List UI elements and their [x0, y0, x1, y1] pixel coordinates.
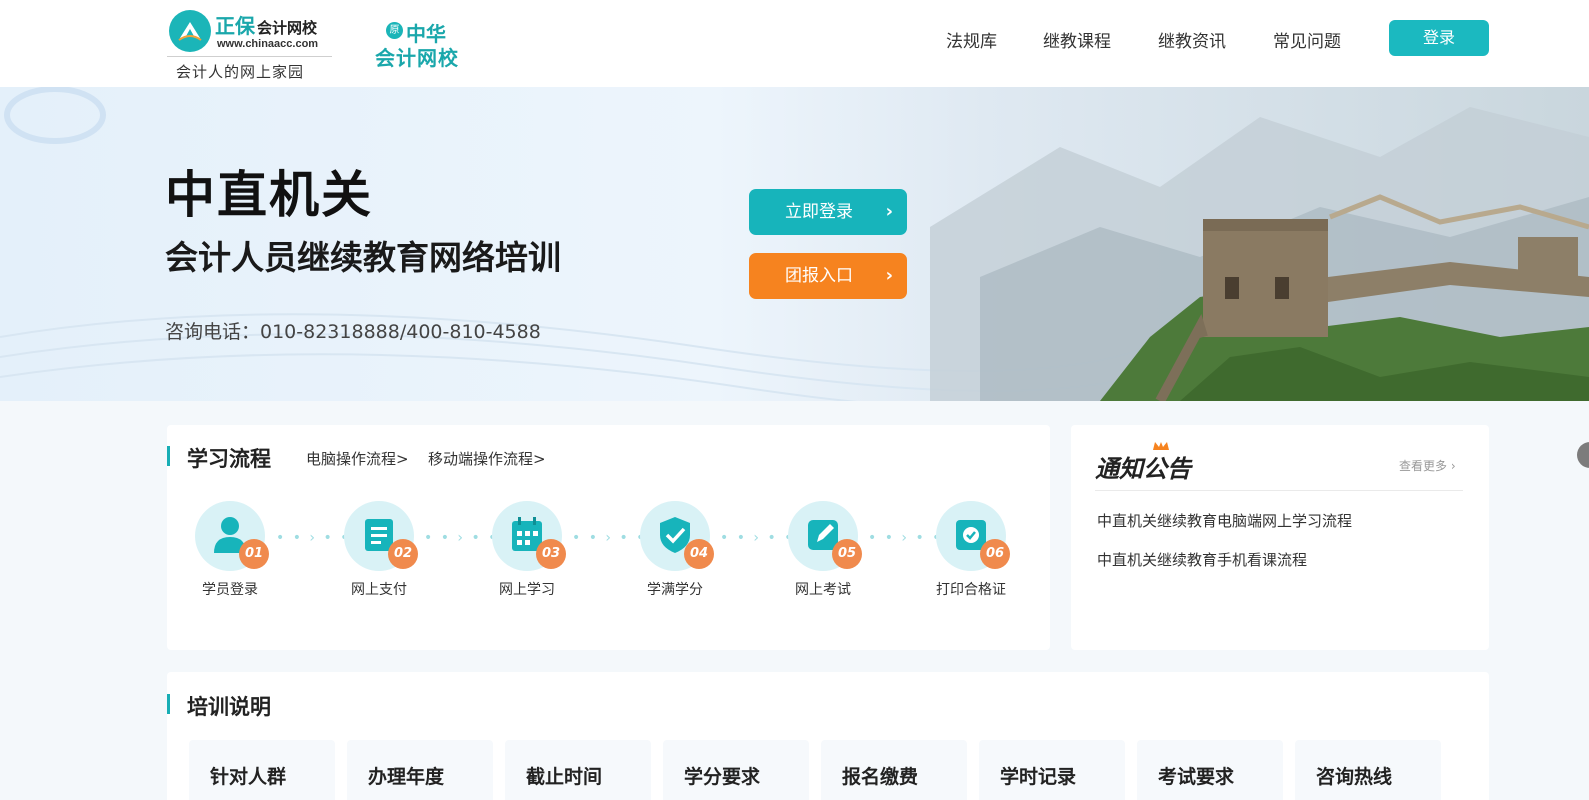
process-step[interactable]: 03 网上学习 — [470, 501, 580, 601]
banner-title: 中直机关 — [165, 166, 373, 224]
card-label: 针对人群 — [210, 766, 287, 788]
card-label: 考试要求 — [1158, 766, 1235, 788]
learning-process-panel: 学习流程 电脑操作流程> 移动端操作流程> 01 学员登录 • • › • • … — [167, 425, 1050, 650]
pc-process-link[interactable]: 电脑操作流程> — [306, 448, 409, 469]
logo-url: www.chinaacc.com — [217, 38, 319, 50]
process-step[interactable]: 01 学员登录 — [173, 501, 283, 601]
step-label: 学满学分 — [647, 582, 703, 598]
step-number: 01 — [239, 539, 269, 569]
group-entry-label: 团报入口 — [785, 266, 853, 286]
chinaacc-logo[interactable]: 正保 会计网校 www.chinaacc.com 会计人的网上家园 — [167, 8, 332, 82]
process-step[interactable]: 05 网上考试 — [766, 501, 876, 601]
card-label: 咨询热线 — [1316, 766, 1393, 788]
view-more-label: 查看更多 — [1399, 459, 1448, 473]
notice-item[interactable]: 中直机关继续教育电脑端网上学习流程 — [1097, 510, 1352, 531]
card-label: 截止时间 — [526, 766, 603, 788]
nav-item-faq[interactable]: 常见问题 — [1273, 27, 1341, 52]
training-title: 培训说明 — [187, 695, 271, 719]
training-card-registration[interactable]: 报名缴费 — [821, 740, 967, 800]
card-label: 报名缴费 — [842, 766, 919, 788]
banner-subtitle: 会计人员继续教育网络培训 — [165, 238, 561, 277]
training-card-year[interactable]: 办理年度 — [347, 740, 493, 800]
logo2-line2: 会计网校 — [375, 46, 459, 70]
process-title: 学习流程 — [187, 447, 271, 471]
training-panel: 培训说明 针对人群 办理年度 截止时间 学分要求 报名缴费 学时记录 考试要求 … — [167, 672, 1489, 800]
header-login-button[interactable]: 登录 — [1389, 20, 1489, 56]
step-number: 02 — [388, 539, 418, 569]
logo2-badge: 原 — [386, 22, 403, 39]
nav-item-news[interactable]: 继教资讯 — [1158, 27, 1226, 52]
notice-panel: 通知公告 查看更多 › 中直机关继续教育电脑端网上学习流程 中直机关继续教育手机… — [1071, 425, 1489, 650]
chevron-right-icon: › — [885, 265, 893, 286]
banner-phone: 咨询电话：010-82318888/400-810-4588 — [165, 321, 541, 343]
step-number: 04 — [684, 539, 714, 569]
login-now-button[interactable]: 立即登录 › — [749, 189, 907, 235]
logo-slogan: 会计人的网上家园 — [176, 63, 305, 81]
step-label: 网上支付 — [351, 582, 407, 598]
notice-item[interactable]: 中直机关继续教育手机看课流程 — [1097, 549, 1307, 570]
nav-item-courses[interactable]: 继教课程 — [1043, 27, 1111, 52]
mobile-process-link[interactable]: 移动端操作流程> — [428, 448, 546, 469]
group-entry-button[interactable]: 团报入口 › — [749, 253, 907, 299]
chevron-right-icon: › — [1450, 459, 1456, 473]
step-number: 05 — [832, 539, 862, 569]
process-step[interactable]: 02 网上支付 — [322, 501, 432, 601]
step-label: 网上考试 — [795, 582, 851, 598]
step-label: 打印合格证 — [936, 582, 1006, 598]
training-card-deadline[interactable]: 截止时间 — [505, 740, 651, 800]
card-label: 学分要求 — [684, 766, 761, 788]
training-card-hours[interactable]: 学时记录 — [979, 740, 1125, 800]
view-more-link[interactable]: 查看更多 › — [1399, 457, 1456, 474]
login-now-label: 立即登录 — [785, 202, 853, 222]
card-label: 学时记录 — [1000, 766, 1077, 788]
zhonghua-logo[interactable]: 原 中华 会计网校 — [375, 18, 475, 70]
logo-divider — [167, 56, 332, 57]
logo-mark-icon — [169, 10, 211, 52]
step-number: 03 — [536, 539, 566, 569]
nav-item-regulations[interactable]: 法规库 — [946, 27, 997, 52]
card-label: 办理年度 — [368, 766, 445, 788]
step-label: 网上学习 — [499, 582, 555, 598]
step-number: 06 — [980, 539, 1010, 569]
notice-divider — [1095, 490, 1463, 491]
logo-brand: 正保 会计网校 — [215, 14, 318, 38]
side-scroll-arrow-icon[interactable] — [1577, 442, 1589, 468]
training-card-exam[interactable]: 考试要求 — [1137, 740, 1283, 800]
training-card-credits[interactable]: 学分要求 — [663, 740, 809, 800]
hero-banner: 中直机关 会计人员继续教育网络培训 咨询电话：010-82318888/400-… — [0, 87, 1589, 401]
process-step[interactable]: 06 打印合格证 — [914, 501, 1024, 601]
training-card-audience[interactable]: 针对人群 — [189, 740, 335, 800]
chevron-right-icon: › — [885, 201, 893, 222]
section-accent-bar — [167, 694, 170, 714]
training-card-hotline[interactable]: 咨询热线 — [1295, 740, 1441, 800]
section-accent-bar — [167, 446, 170, 466]
step-label: 学员登录 — [202, 582, 258, 598]
notice-title: 通知公告 — [1095, 454, 1191, 483]
process-step[interactable]: 04 学满学分 — [618, 501, 728, 601]
site-header: 正保 会计网校 www.chinaacc.com 会计人的网上家园 原 中华 会计… — [0, 0, 1589, 87]
